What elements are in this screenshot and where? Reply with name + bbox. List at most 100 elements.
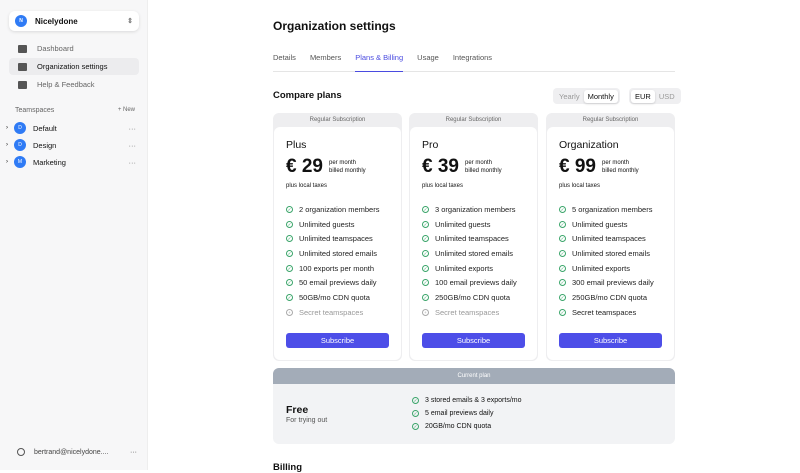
plan-feature: + Secret teamspaces: [286, 305, 389, 320]
current-feature: ✓ 3 stored emails & 3 exports/mo: [412, 397, 522, 404]
plan-feature: ✓ 5 organization members: [559, 202, 662, 217]
check-icon: ✓: [412, 397, 419, 404]
check-icon: ✓: [422, 220, 429, 228]
tab-members[interactable]: Members: [310, 52, 341, 72]
plan-feature: ✓ Unlimited stored emails: [286, 246, 389, 261]
current-plan-desc: For trying out: [286, 417, 328, 424]
user-menu[interactable]: bertrand@nicelydone.... ···: [17, 448, 137, 456]
price-billing: billed monthly: [601, 168, 639, 174]
org-name: Nicelydone: [35, 16, 78, 26]
chevron-right-icon[interactable]: ›: [6, 142, 14, 148]
plan-tax: plus local taxes: [422, 183, 464, 189]
feature-text: 2 organization members: [299, 204, 380, 214]
check-icon: ✓: [422, 249, 429, 257]
check-icon: ✓: [559, 220, 566, 228]
feature-text: Unlimited teamspaces: [435, 234, 509, 244]
teamspace-default[interactable]: › D Default ···: [6, 122, 136, 134]
plan-feature: ✓ Unlimited exports: [422, 261, 525, 276]
feature-text: Unlimited guests: [572, 219, 628, 229]
plan-price: € 39: [422, 156, 459, 177]
tab-details[interactable]: Details: [273, 52, 296, 72]
more-icon[interactable]: ···: [130, 449, 137, 456]
plan-feature: + Secret teamspaces: [422, 305, 525, 320]
check-icon: ✓: [286, 235, 293, 243]
price-billing: billed monthly: [464, 168, 502, 174]
feature-text: Unlimited guests: [299, 219, 355, 229]
chevron-right-icon[interactable]: ›: [6, 159, 14, 165]
chat-icon: [18, 80, 27, 89]
check-icon: ✓: [412, 423, 419, 430]
feature-text: Unlimited stored emails: [299, 248, 377, 258]
plan-tax: plus local taxes: [559, 183, 601, 189]
check-icon: ✓: [559, 249, 566, 257]
plan-card: Regular Subscription Plus € 29 per month b…: [273, 113, 402, 361]
teamspaces-heading: Teamspaces: [15, 107, 55, 114]
check-icon: ✓: [559, 279, 566, 287]
tab-plans-billing[interactable]: Plans & Billing: [355, 52, 404, 72]
more-icon[interactable]: ···: [129, 141, 137, 150]
plan-price: € 99: [559, 156, 596, 177]
plan-feature: ✓ 100 exports per month: [286, 261, 389, 276]
feature-text: 5 organization members: [572, 204, 653, 214]
new-teamspace-button[interactable]: + New: [118, 107, 135, 114]
chevron-right-icon[interactable]: ›: [6, 125, 14, 131]
monthly-option[interactable]: Monthly: [583, 89, 618, 103]
tab-integrations[interactable]: Integrations: [453, 52, 492, 72]
eur-option[interactable]: EUR: [631, 89, 655, 103]
check-icon: ✓: [422, 264, 429, 272]
price-billing: billed monthly: [328, 168, 366, 174]
org-switcher[interactable]: N Nicelydone ⇕: [9, 11, 139, 31]
plan-tag: Regular Subscription: [445, 117, 502, 123]
plan-feature: ✓ Unlimited guests: [559, 217, 662, 232]
teamspace-avatar: M: [14, 156, 26, 168]
plan-feature: ✓ 3 organization members: [422, 202, 525, 217]
check-icon: ✓: [422, 205, 429, 213]
current-plan-label: Current plan: [273, 368, 675, 384]
subscribe-button[interactable]: Subscribe: [286, 333, 389, 348]
subscribe-button[interactable]: Subscribe: [559, 333, 662, 348]
current-feature: ✓ 20GB/mo CDN quota: [412, 423, 491, 430]
more-icon[interactable]: ···: [129, 158, 137, 167]
yearly-option[interactable]: Yearly: [555, 90, 584, 103]
nav-help-feedback[interactable]: Help & Feedback: [9, 76, 139, 93]
check-icon: ✓: [422, 293, 429, 301]
plan-feature: ✓ 50GB/mo CDN quota: [286, 290, 389, 305]
sidebar: N Nicelydone ⇕ Dashboard Organization se…: [0, 0, 148, 470]
plan-feature: ✓ 250GB/mo CDN quota: [559, 290, 662, 305]
plan-feature: ✓ Unlimited stored emails: [422, 246, 525, 261]
plan-card: Regular Subscription Pro € 39 per month bi…: [409, 113, 538, 361]
check-icon: ✓: [286, 249, 293, 257]
check-icon: ✓: [559, 235, 566, 243]
plan-feature: ✓ Unlimited teamspaces: [559, 231, 662, 246]
feature-text: 50GB/mo CDN quota: [299, 292, 370, 302]
plan-name: Organization: [559, 139, 619, 151]
teamspace-marketing[interactable]: › M Marketing ···: [6, 156, 136, 168]
feature-text: 3 organization members: [435, 204, 516, 214]
nav-organization-settings[interactable]: Organization settings: [9, 58, 139, 75]
feature-text: 5 email previews daily: [425, 410, 494, 417]
plan-feature: ✓ 250GB/mo CDN quota: [422, 290, 525, 305]
usd-option[interactable]: USD: [655, 90, 679, 103]
nav-dashboard[interactable]: Dashboard: [9, 40, 139, 57]
tab-usage[interactable]: Usage: [417, 52, 439, 72]
subscribe-button[interactable]: Subscribe: [422, 333, 525, 348]
teamspace-name: Default: [33, 123, 57, 133]
check-icon: ✓: [286, 220, 293, 228]
feature-text: Unlimited guests: [435, 219, 491, 229]
check-icon: ✓: [559, 308, 566, 316]
check-icon: ✓: [286, 279, 293, 287]
teamspace-avatar: D: [14, 139, 26, 151]
check-icon: ✓: [422, 235, 429, 243]
plan-feature: ✓ 50 email previews daily: [286, 275, 389, 290]
teamspace-name: Design: [33, 140, 57, 150]
more-icon[interactable]: ···: [129, 124, 137, 133]
plan-feature: ✓ Unlimited teamspaces: [422, 231, 525, 246]
feature-text: 250GB/mo CDN quota: [572, 292, 648, 302]
feature-text: Unlimited exports: [435, 263, 493, 273]
plan-name: Pro: [422, 139, 439, 151]
plan-feature: ✓ Unlimited guests: [422, 217, 525, 232]
teamspace-design[interactable]: › D Design ···: [6, 139, 136, 151]
nav-label: Dashboard: [37, 44, 74, 53]
check-icon: ✓: [559, 293, 566, 301]
price-period: per month: [328, 160, 356, 166]
